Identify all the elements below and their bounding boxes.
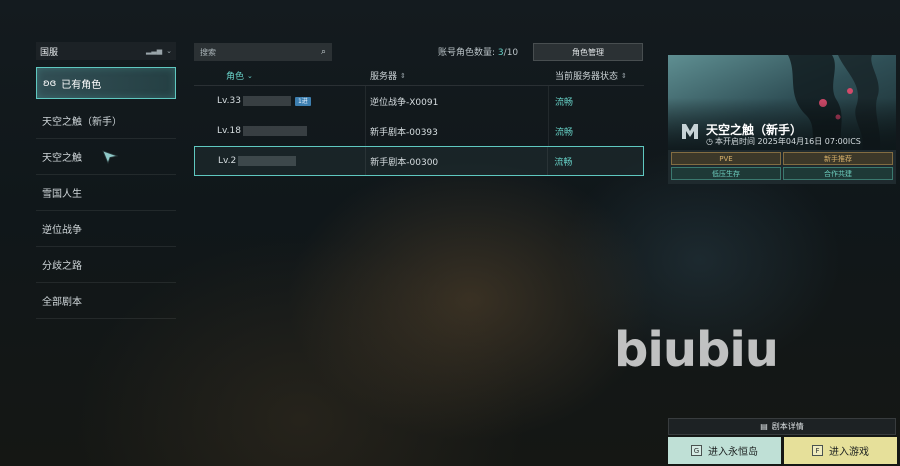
scenario-detail-button[interactable]: ▤ 剧本详情 (668, 418, 896, 435)
character-count: 账号角色数量: 3/10 (438, 48, 519, 58)
scenario-tags: PVE 新手推荐 低压生存 合作共建 (671, 152, 893, 180)
redacted-name (238, 156, 297, 166)
sidebar-item-snow-country[interactable]: 雪国人生 (36, 175, 176, 211)
sidebar-item-divergent-path[interactable]: 分歧之路 (36, 247, 176, 283)
document-icon: ▤ (760, 422, 768, 431)
character-table: 角色 ⌄ 服务器 ⇕ 当前服务器状态 ⇕ Lv.33 1进 逆位战争-X0091 流畅… (194, 66, 644, 176)
column-header-server[interactable]: 服务器 ⇕ (366, 66, 549, 85)
cursor-icon (102, 149, 118, 164)
tag-pve: PVE (671, 152, 781, 165)
character-manage-button[interactable]: 角色管理 (533, 43, 643, 61)
server-name: 新手剧本-00300 (366, 147, 549, 175)
hotkey-g: G (691, 445, 702, 456)
chevron-down-icon: ⌄ (166, 47, 172, 55)
scenario-logo-icon (682, 124, 698, 139)
butterfly-icon: ʚɞ (43, 77, 57, 89)
sidebar-item-label: 全部剧本 (42, 297, 82, 308)
sidebar-item-label: 分歧之路 (42, 261, 82, 272)
character-level: Lv.18 (217, 126, 241, 136)
table-row[interactable]: Lv.18 新手剧本-00393 流畅 (194, 116, 644, 146)
enter-eternal-island-button[interactable]: G 进入永恒岛 (668, 437, 781, 464)
tag-novice-recommended: 新手推荐 (783, 152, 893, 165)
enter-game-button[interactable]: F 进入游戏 (784, 437, 897, 464)
character-count-max: /10 (503, 48, 519, 58)
tag-low-pressure-survival: 低压生存 (671, 167, 781, 180)
search-icon[interactable]: ⌕ (321, 47, 326, 57)
sidebar-item-label: 已有角色 (61, 79, 102, 91)
scenario-open-time: ◷ 本开启时间 2025年04月16日 07:00ICS (706, 137, 861, 146)
column-header-character[interactable]: 角色 ⌄ (194, 66, 366, 85)
table-row[interactable]: Lv.33 1进 逆位战争-X0091 流畅 (194, 86, 644, 116)
hotkey-f: F (812, 445, 823, 456)
scenario-sidebar: 国服 ▂▃▅ ⌄ ʚɞ 已有角色 天空之触（新手） 天空之触 雪国人生 逆位战争… (36, 42, 176, 319)
character-level: Lv.2 (218, 156, 237, 166)
scenario-card[interactable]: 天空之触（新手） ◷ 本开启时间 2025年04月16日 07:00ICS PV… (668, 55, 896, 184)
server-status: 流畅 (555, 127, 574, 138)
column-header-status[interactable]: 当前服务器状态 ⇕ (549, 66, 644, 85)
sidebar-item-label: 天空之触 (42, 153, 82, 164)
sidebar-item-owned-characters[interactable]: ʚɞ 已有角色 (36, 67, 176, 99)
redacted-name (242, 126, 307, 136)
sort-icon: ⇕ (400, 71, 406, 80)
sidebar-item-label: 天空之触（新手） (42, 117, 122, 128)
character-level: Lv.33 (217, 96, 241, 106)
table-header: 角色 ⌄ 服务器 ⇕ 当前服务器状态 ⇕ (194, 66, 644, 86)
server-status: 流畅 (555, 97, 574, 108)
redacted-name (242, 96, 291, 106)
server-status: 流畅 (554, 157, 573, 168)
sidebar-item-reverse-war[interactable]: 逆位战争 (36, 211, 176, 247)
sidebar-item-all-scenarios[interactable]: 全部剧本 (36, 283, 176, 319)
watermark: biubiu (614, 322, 779, 378)
sort-icon: ⌄ (247, 71, 253, 80)
region-selector[interactable]: 国服 ▂▃▅ ⌄ (36, 42, 176, 60)
rank-badge: 1进 (294, 96, 311, 106)
scenario-list: ʚɞ 已有角色 天空之触（新手） 天空之触 雪国人生 逆位战争 分歧之路 全部剧… (36, 67, 176, 319)
sidebar-item-label: 雪国人生 (42, 189, 82, 200)
sort-icon: ⇕ (621, 71, 627, 80)
search-input[interactable]: 搜索 ⌕ (194, 43, 332, 61)
sidebar-item-sky-touch[interactable]: 天空之触 (36, 139, 176, 175)
clock-icon: ◷ (706, 137, 713, 146)
server-name: 逆位战争-X0091 (366, 86, 549, 116)
region-label: 国服 (40, 47, 59, 58)
sidebar-item-label: 逆位战争 (42, 225, 82, 236)
search-placeholder: 搜索 (200, 47, 216, 57)
sidebar-item-sky-touch-novice[interactable]: 天空之触（新手） (36, 103, 176, 139)
tag-cooperative-building: 合作共建 (783, 167, 893, 180)
table-row-selected[interactable]: Lv.2 新手剧本-00300 流畅 (194, 146, 644, 176)
server-name: 新手剧本-00393 (366, 116, 549, 146)
signal-icon: ▂▃▅ (145, 47, 163, 55)
